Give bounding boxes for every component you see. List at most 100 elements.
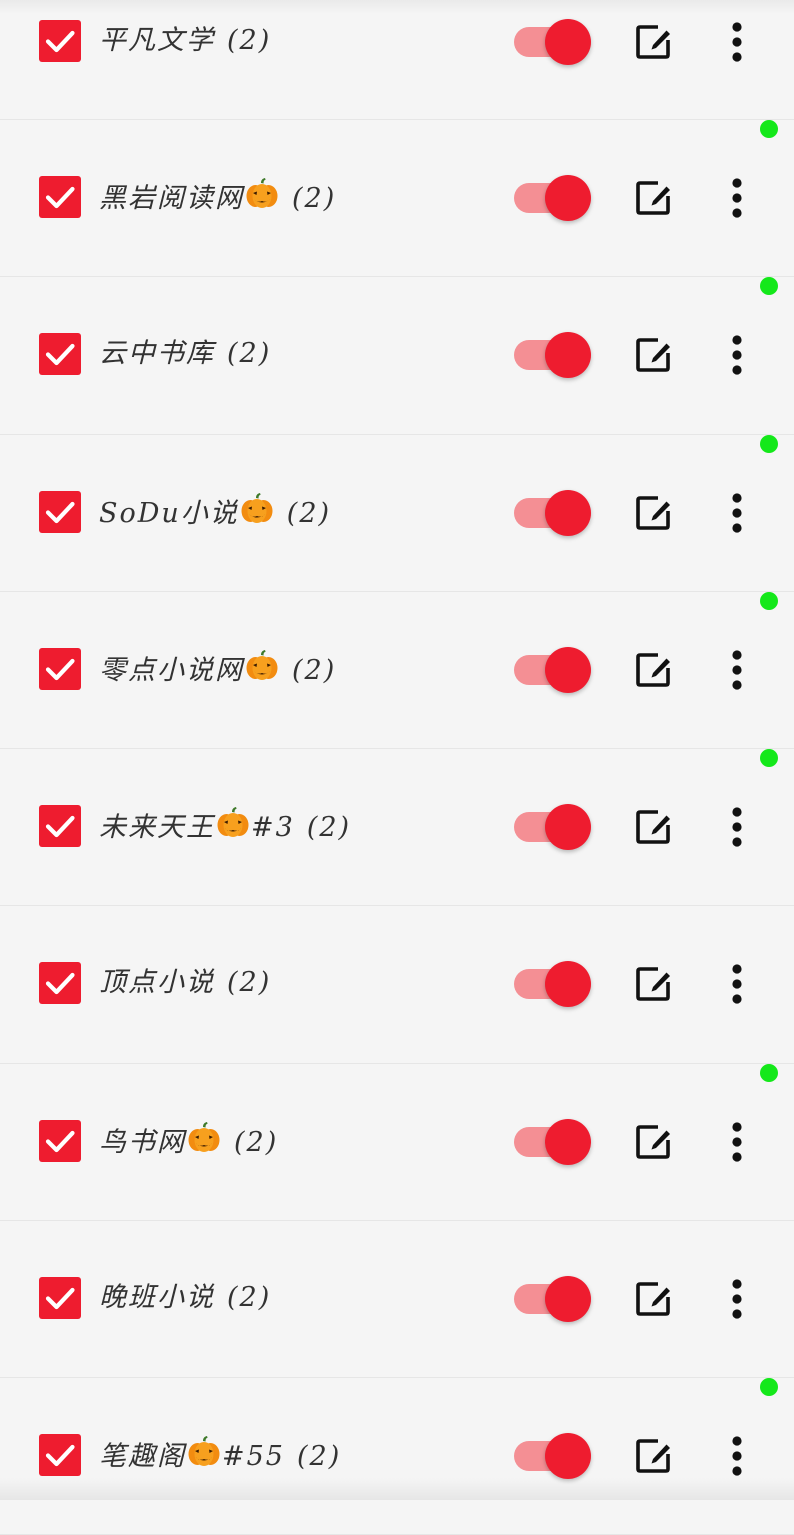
checkbox-checked-icon (45, 658, 75, 681)
checkbox-checked-icon (45, 815, 75, 838)
list-item[interactable]: 平凡文学 (2) (0, 0, 794, 120)
source-name: 晚班小说 (99, 1282, 215, 1313)
source-name: 未来天王 (99, 812, 215, 843)
source-count: (2) (292, 655, 337, 686)
edit-button[interactable] (634, 650, 674, 690)
enable-toggle[interactable] (514, 332, 591, 378)
status-dot (760, 1378, 778, 1396)
edit-button[interactable] (634, 964, 674, 1004)
more-options-button[interactable] (722, 648, 752, 692)
source-count: (2) (227, 1282, 272, 1313)
status-dot (760, 749, 778, 767)
select-checkbox[interactable] (39, 1120, 81, 1162)
enable-toggle[interactable] (514, 1276, 591, 1322)
enable-toggle[interactable] (514, 175, 591, 221)
enable-toggle[interactable] (514, 490, 591, 536)
source-count: (2) (292, 183, 337, 214)
source-label: 顶点小说 (2) (99, 962, 271, 1004)
select-checkbox[interactable] (39, 333, 81, 375)
toggle-thumb (545, 19, 591, 65)
enable-toggle[interactable] (514, 19, 591, 65)
more-vertical-icon (732, 493, 742, 533)
edit-button[interactable] (634, 1279, 674, 1319)
toggle-thumb (545, 1433, 591, 1479)
more-vertical-icon (732, 22, 742, 62)
source-count: (2) (306, 812, 352, 843)
toggle-thumb (545, 332, 591, 378)
source-count: (2) (296, 1441, 342, 1472)
edit-button[interactable] (634, 807, 674, 847)
list-item[interactable]: 鸟书网 (2) (0, 1064, 794, 1221)
select-checkbox[interactable] (39, 1434, 81, 1476)
checkbox-checked-icon (45, 343, 75, 366)
more-options-button[interactable] (722, 20, 752, 64)
more-options-button[interactable] (722, 805, 752, 849)
select-checkbox[interactable] (39, 962, 81, 1004)
edit-icon (636, 1125, 670, 1159)
source-label: 笔趣阁 #55 (2) (99, 1434, 341, 1476)
more-options-button[interactable] (722, 1277, 752, 1321)
more-vertical-icon (732, 964, 742, 1004)
edit-icon (636, 653, 670, 687)
status-dot (760, 1064, 778, 1082)
enable-toggle[interactable] (514, 647, 591, 693)
status-dot (760, 277, 778, 295)
checkbox-checked-icon (45, 30, 75, 53)
source-name: 平凡文学 (99, 25, 215, 56)
checkbox-checked-icon (45, 1444, 75, 1467)
list-item[interactable]: 笔趣阁 #55 (2) (0, 1378, 794, 1535)
more-options-button[interactable] (722, 333, 752, 377)
select-checkbox[interactable] (39, 491, 81, 533)
more-options-button[interactable] (722, 491, 752, 535)
list-item[interactable]: SoDu小说 (2) (0, 435, 794, 592)
edit-button[interactable] (634, 22, 674, 62)
toggle-thumb (545, 804, 591, 850)
enable-toggle[interactable] (514, 1119, 591, 1165)
source-name: 鸟书网 (99, 1127, 186, 1158)
more-options-button[interactable] (722, 962, 752, 1006)
list-item[interactable]: 零点小说网 (2) (0, 592, 794, 749)
source-name: 黑岩阅读网 (99, 183, 244, 214)
source-label: 云中书库 (2) (99, 333, 271, 375)
checkbox-checked-icon (45, 972, 75, 995)
source-count: (2) (227, 338, 272, 369)
status-dot (760, 435, 778, 453)
checkbox-checked-icon (45, 186, 75, 209)
more-options-button[interactable] (722, 1120, 752, 1164)
enable-toggle[interactable] (514, 804, 591, 850)
toggle-thumb (545, 490, 591, 536)
pumpkin-icon (215, 805, 251, 841)
source-name: 顶点小说 (99, 967, 215, 998)
list-item[interactable]: 云中书库 (2) (0, 277, 794, 435)
source-label: 鸟书网 (2) (99, 1120, 278, 1162)
pumpkin-icon (186, 1120, 222, 1156)
edit-button[interactable] (634, 178, 674, 218)
enable-toggle[interactable] (514, 961, 591, 1007)
edit-button[interactable] (634, 335, 674, 375)
select-checkbox[interactable] (39, 805, 81, 847)
list-item[interactable]: 晚班小说 (2) (0, 1221, 794, 1378)
source-count: (2) (227, 25, 272, 56)
more-vertical-icon (732, 1436, 742, 1476)
source-label: SoDu小说 (2) (99, 491, 331, 533)
more-options-button[interactable] (722, 1434, 752, 1478)
edit-button[interactable] (634, 493, 674, 533)
list-item[interactable]: 未来天王 #3 (2) (0, 749, 794, 906)
source-list: 平凡文学 (2) 黑岩阅读网 (2) 云中书库 (2) SoDu小说 (2) 零… (0, 0, 794, 1535)
more-options-button[interactable] (722, 176, 752, 220)
edit-button[interactable] (634, 1436, 674, 1476)
enable-toggle[interactable] (514, 1433, 591, 1479)
select-checkbox[interactable] (39, 20, 81, 62)
list-item[interactable]: 顶点小说 (2) (0, 906, 794, 1064)
select-checkbox[interactable] (39, 176, 81, 218)
more-vertical-icon (732, 178, 742, 218)
select-checkbox[interactable] (39, 1277, 81, 1319)
list-item[interactable]: 黑岩阅读网 (2) (0, 120, 794, 277)
source-suffix: #55 (222, 1441, 285, 1472)
edit-button[interactable] (634, 1122, 674, 1162)
source-count: (2) (234, 1127, 279, 1158)
edit-icon (636, 496, 670, 530)
select-checkbox[interactable] (39, 648, 81, 690)
toggle-thumb (545, 961, 591, 1007)
more-vertical-icon (732, 807, 742, 847)
